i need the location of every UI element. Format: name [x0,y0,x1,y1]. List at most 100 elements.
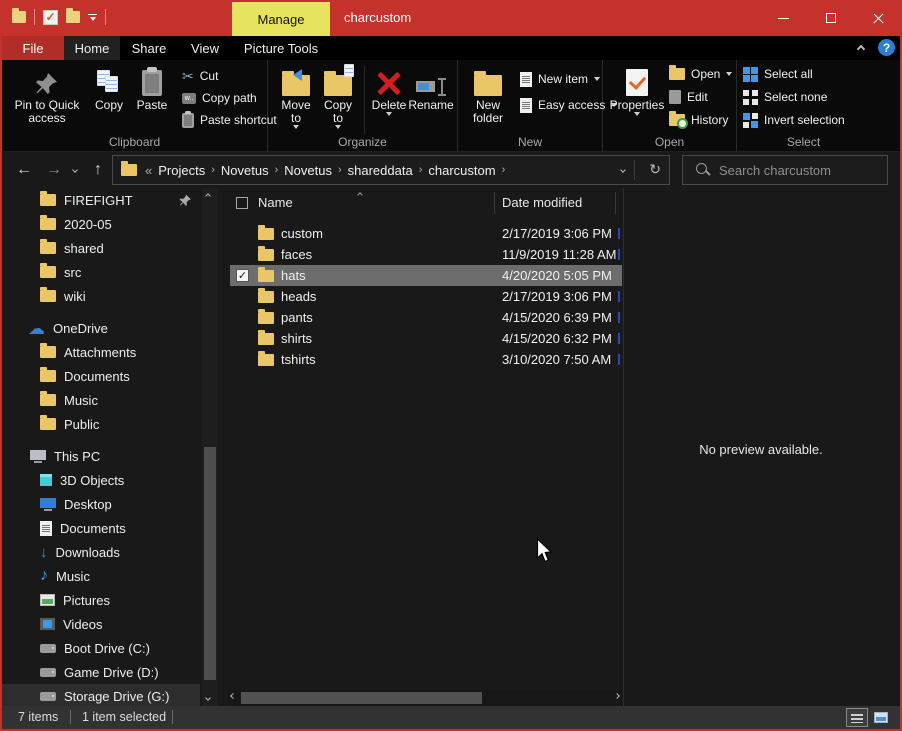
folder-icon [258,228,274,240]
invert-selection-button[interactable]: Invert selection [743,109,845,131]
history-button[interactable]: History [669,109,728,131]
sidebar-item-shared[interactable]: shared [2,236,200,260]
tab-file[interactable]: File [2,36,64,60]
file-row-tshirts[interactable]: tshirts 3/10/2020 7:50 AM [230,349,622,370]
column-header-date-modified[interactable]: Date modified [502,195,582,210]
scroll-right-icon[interactable] [614,693,620,699]
forward-button[interactable]: → [40,156,68,184]
scroll-down-icon[interactable] [205,695,211,701]
large-icons-view-button[interactable] [870,708,892,727]
edit-button[interactable]: Edit [669,86,708,108]
horizontal-scrollbar-thumb[interactable] [241,692,482,704]
sidebar-item-attachments[interactable]: Attachments [2,340,200,364]
cut-button[interactable]: ✂ Cut [182,65,218,87]
sidebar-item-storage-drive[interactable]: Storage Drive (G:) [2,684,200,706]
scroll-up-icon[interactable] [205,193,211,199]
tab-view[interactable]: View [178,36,232,60]
breadcrumb-segment-current[interactable]: charcustom [424,163,499,178]
select-all-checkbox[interactable] [236,197,248,209]
row-checkbox-checked[interactable]: ✓ [236,269,249,282]
file-row-faces[interactable]: faces 11/9/2019 11:28 AM [230,244,622,265]
open-button[interactable]: Open [669,63,732,85]
sidebar-item-downloads[interactable]: ↓Downloads [2,540,200,564]
sidebar-item-boot-drive[interactable]: Boot Drive (C:) [2,636,200,660]
breadcrumb[interactable]: « Projects › Novetus › Novetus › sharedd… [112,155,670,185]
sidebar-scrollbar[interactable] [202,188,218,706]
breadcrumb-overflow[interactable]: « [143,163,154,178]
recent-locations-button[interactable] [66,156,84,184]
paste-shortcut-button[interactable]: Paste shortcut [182,109,277,131]
breadcrumb-segment[interactable]: Novetus [217,163,273,178]
sidebar-item-wiki[interactable]: wiki [2,284,200,308]
sidebar-item-videos[interactable]: Videos [2,612,200,636]
close-button[interactable] [855,0,902,36]
sidebar-item-src[interactable]: src [2,260,200,284]
file-row-hats-selected[interactable]: ✓ hats 4/20/2020 5:05 PM [230,265,622,286]
back-button[interactable]: ← [10,156,38,184]
contextual-tab-manage[interactable]: Manage [232,2,330,36]
qat-folder2-icon[interactable] [66,11,80,23]
sidebar-item-3d-objects[interactable]: 3D Objects [2,468,200,492]
tab-home[interactable]: Home [64,36,120,60]
scroll-left-icon[interactable] [230,693,236,699]
copy-button[interactable]: Copy [88,62,130,112]
search-box[interactable] [682,155,888,185]
copy-path-button[interactable]: w.. Copy path [182,87,257,109]
column-separator[interactable] [615,192,616,214]
breadcrumb-segment[interactable]: Novetus [280,163,336,178]
sidebar-item-pictures[interactable]: Pictures [2,588,200,612]
qat-folder-icon[interactable] [12,11,26,23]
details-view-button[interactable] [846,708,868,727]
sidebar-item-onedrive-music[interactable]: Music [2,388,200,412]
new-folder-button[interactable]: New folder [466,62,510,125]
horizontal-scrollbar[interactable] [228,690,622,706]
sidebar-item-desktop[interactable]: Desktop [2,492,200,516]
sidebar-item-label: Storage Drive (G:) [64,689,169,704]
sidebar-item-music[interactable]: ♪Music [2,564,200,588]
qat-customize-icon[interactable] [88,14,97,21]
sidebar-item-this-pc[interactable]: This PC [2,444,200,468]
sidebar-item-onedrive[interactable]: ☁ OneDrive [2,316,200,340]
sidebar-item-firefight[interactable]: FIREFIGHT [2,188,200,212]
sidebar-scrollbar-thumb[interactable] [204,447,216,680]
move-to-button[interactable]: Move to [276,62,316,129]
file-row-custom[interactable]: custom 2/17/2019 3:06 PM [230,223,622,244]
refresh-icon[interactable]: ↻ [649,161,661,178]
file-row-pants[interactable]: pants 4/15/2020 6:39 PM [230,307,622,328]
address-divider [634,160,635,180]
sidebar-item-public[interactable]: Public [2,412,200,436]
tab-picture-tools[interactable]: Picture Tools [232,36,330,60]
drive-icon [40,692,56,701]
sidebar-item-documents[interactable]: Documents [2,516,200,540]
pin-to-quick-access-button[interactable]: Pin to Quick access [8,62,86,125]
help-icon[interactable]: ? [878,39,895,56]
rename-button[interactable]: Rename [406,62,456,112]
copy-to-button[interactable]: Copy to [318,62,358,129]
sidebar-item-game-drive[interactable]: Game Drive (D:) [2,660,200,684]
sidebar-item-onedrive-documents[interactable]: Documents [2,364,200,388]
delete-button[interactable]: Delete [368,62,410,116]
column-header-name[interactable]: Name [258,195,293,210]
up-button[interactable]: ↑ [84,156,112,184]
ribbon-tab-strip: File Home Share View Picture Tools ? [0,36,902,60]
sidebar-item-2020-05[interactable]: 2020-05 [2,212,200,236]
search-input[interactable] [719,163,869,178]
file-name: tshirts [281,352,316,367]
collapse-ribbon-icon[interactable] [857,45,865,53]
tab-share[interactable]: Share [120,36,178,60]
maximize-button[interactable] [807,0,854,36]
breadcrumb-segment[interactable]: Projects [154,163,209,178]
address-dropdown-icon[interactable] [620,167,626,173]
minimize-button[interactable] [760,0,807,36]
breadcrumb-segment[interactable]: shareddata [344,163,417,178]
paste-button[interactable]: Paste [130,62,174,112]
select-none-button[interactable]: Select none [743,86,827,108]
cut-icon: ✂ [182,69,194,83]
file-row-heads[interactable]: heads 2/17/2019 3:06 PM [230,286,622,307]
column-separator[interactable] [494,192,495,214]
select-all-button[interactable]: Select all [743,63,813,85]
file-row-shirts[interactable]: shirts 4/15/2020 6:32 PM [230,328,622,349]
new-item-button[interactable]: New item [520,68,600,90]
properties-button[interactable]: Properties [609,62,665,116]
qat-checkmark-icon[interactable]: ✓ [43,10,58,25]
